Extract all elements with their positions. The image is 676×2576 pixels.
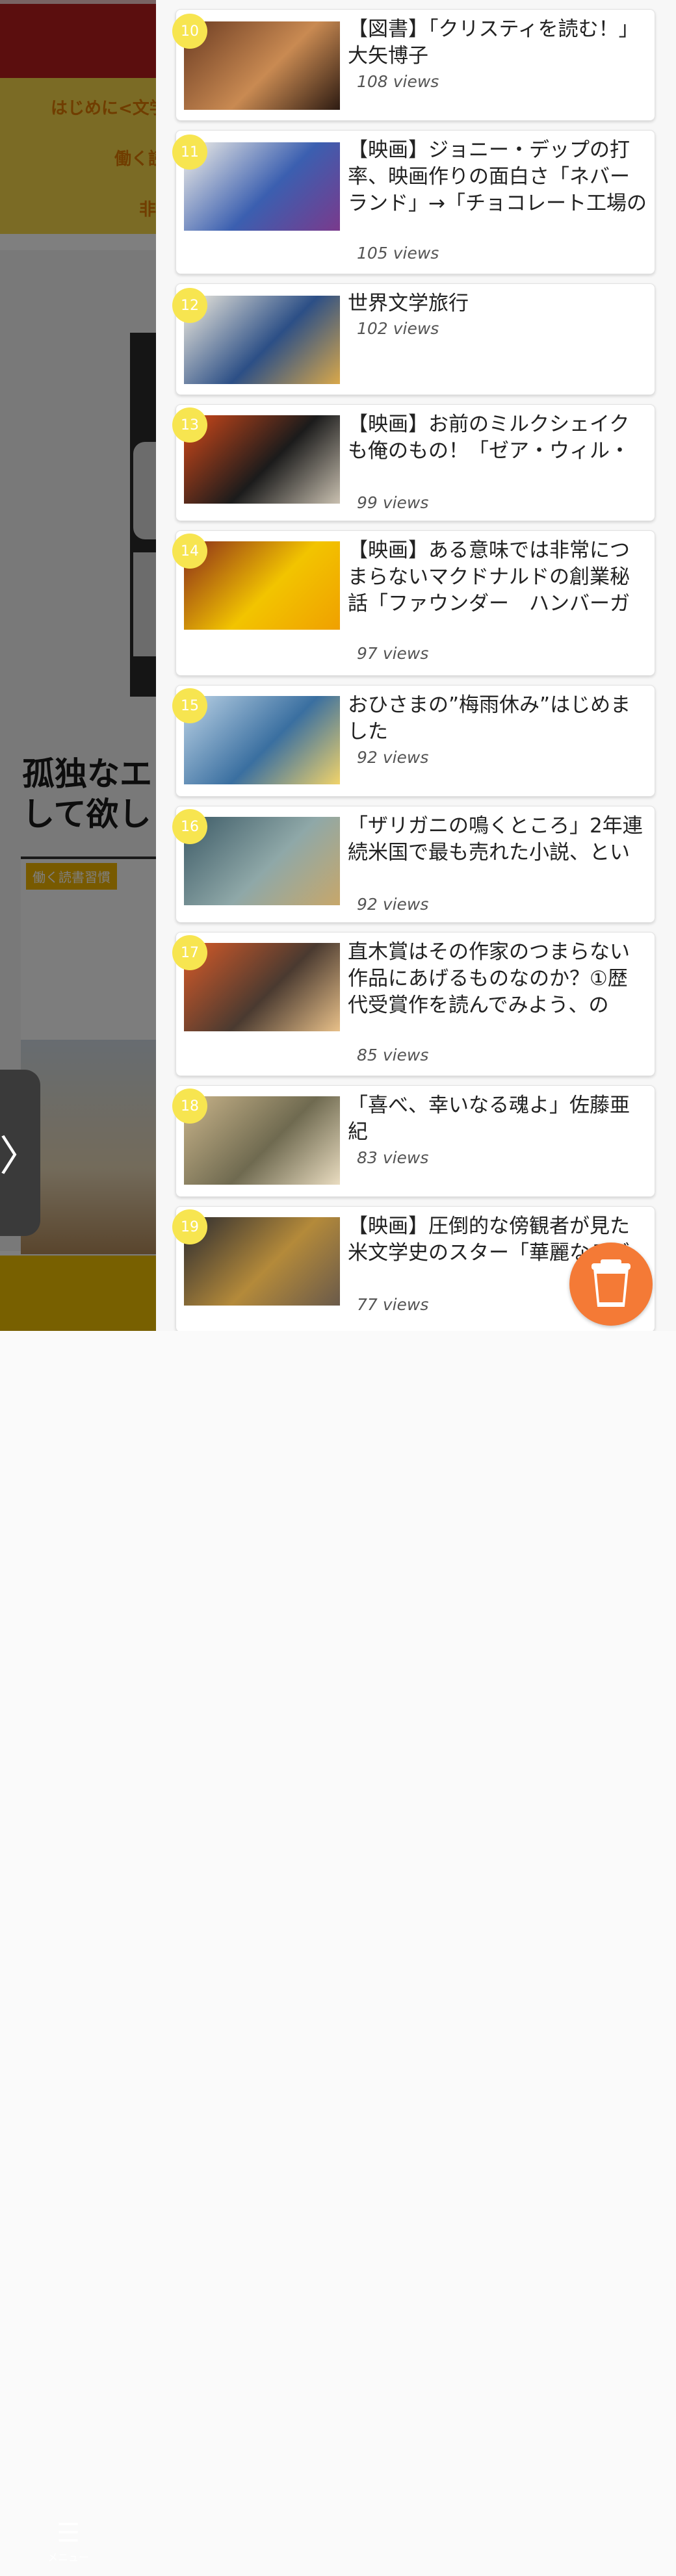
view-count: 77 views [357,1295,428,1314]
view-count: 102 views [357,319,439,338]
hamburger-icon: ☰ [57,2518,80,2548]
post-thumbnail[interactable] [184,1217,340,1306]
view-count: 92 views [357,895,428,914]
rank-badge: 10 [172,14,207,49]
chevron-right-icon: 〉 [0,1133,41,1181]
rank-badge: 13 [172,407,207,443]
view-count-unit: views [382,1148,429,1167]
post-thumbnail[interactable] [184,541,340,630]
coffee-cup-icon [592,1259,630,1307]
popular-post-item[interactable]: 13 【映画】お前のミルクシェイクも俺のもの！「ゼア・ウィル・ビー・ブラッド」90… [172,404,655,521]
view-count-number: 102 [357,319,388,338]
popular-post-item[interactable]: 15 おひさまの”梅雨休み”はじめました 92 views [172,685,655,797]
post-thumbnail[interactable] [184,415,340,504]
rank-badge: 11 [172,135,207,170]
post-title[interactable]: 世界文学旅行 [348,290,647,317]
popular-post-item[interactable]: 16 「ザリガニの鳴くところ」2年連続米国で最も売れた小説、という触れ込み 92vi… [172,806,655,923]
view-count-unit: views [393,244,439,263]
popular-posts-drawer: 10 【図書】「クリスティを読む！」大矢博子 108 views 11 【映画】ジョニー・… [156,0,676,1331]
view-count-unit: views [382,748,429,767]
drawer-close-button[interactable]: 〉 [0,1070,41,1236]
view-count-number: 99 [357,493,378,512]
rank-badge: 12 [172,288,207,323]
rank-badge: 18 [172,1088,207,1124]
view-count-unit: views [393,319,439,338]
popular-post-item[interactable]: 12 世界文学旅行 102 views [172,283,655,395]
view-count-unit: views [382,1295,429,1314]
view-count: 108 views [357,72,439,91]
view-count-number: 108 [357,72,388,91]
rank-badge: 14 [172,534,207,569]
view-count: 85 views [357,1046,428,1064]
coffee-cup-button[interactable] [569,1243,653,1326]
view-count-unit: views [393,72,439,91]
popular-post-item[interactable]: 10 【図書】「クリスティを読む！」大矢博子 108 views [172,9,655,121]
popular-post-item[interactable]: 18 「喜べ、幸いなる魂よ」佐藤亜紀 83 views [172,1085,655,1197]
post-title[interactable]: 【図書】「クリスティを読む！」大矢博子 [348,16,647,70]
view-count-number: 105 [357,244,388,263]
view-count-number: 97 [357,644,378,663]
rank-badge: 15 [172,688,207,723]
view-count-unit: views [382,644,429,663]
view-count-number: 92 [357,748,378,767]
popular-post-item[interactable]: 14 【映画】ある意味では非常につまらないマクドナルドの創業秘話「ファウンダー ハ… [172,530,655,676]
post-thumbnail[interactable] [184,943,340,1031]
view-count: 105 views [357,244,439,263]
view-count-number: 85 [357,1046,378,1064]
view-count-number: 77 [357,1295,378,1314]
popular-post-item[interactable]: 17 直木賞はその作家のつまらない作品にあげるものなのか？①歴代受賞作を読んでみよ… [172,932,655,1076]
view-count: 92 views [357,748,428,767]
post-title[interactable]: 【映画】ある意味では非常につまらないマクドナルドの創業秘話「ファウンダー ハンバ… [348,537,647,617]
view-count-number: 92 [357,895,378,914]
post-thumbnail[interactable] [184,696,340,784]
post-thumbnail[interactable] [184,21,340,110]
view-count: 83 views [357,1148,428,1167]
post-title[interactable]: 「喜べ、幸いなる魂よ」佐藤亜紀 [348,1092,647,1146]
post-thumbnail[interactable] [184,817,340,905]
post-title[interactable]: 【映画】お前のミルクシェイクも俺のもの！「ゼア・ウィル・ビー・ブラッド」90点 [348,411,647,465]
view-count: 97 views [357,644,428,663]
post-title[interactable]: 【映画】ジョニー・デップの打率、映画作りの面白さ「ネバーランド」→「チョコレート… [348,137,647,217]
post-thumbnail[interactable] [184,142,340,231]
menu-label: メニュー [47,2551,89,2564]
post-title[interactable]: 「ザリガニの鳴くところ」2年連続米国で最も売れた小説、という触れ込み [348,813,647,866]
menu-button[interactable]: ☰ メニュー [39,2518,98,2576]
view-count-unit: views [382,493,429,512]
rank-badge: 19 [172,1209,207,1244]
post-title[interactable]: おひさまの”梅雨休み”はじめました [348,692,647,745]
post-thumbnail[interactable] [184,1096,340,1185]
view-count-number: 83 [357,1148,378,1167]
view-count-unit: views [382,1046,429,1064]
post-thumbnail[interactable] [184,296,340,384]
view-count-unit: views [382,895,429,914]
post-title[interactable]: 直木賞はその作家のつまらない作品にあげるものなのか？①歴代受賞作を読んでみよう、… [348,939,647,1019]
rank-badge: 17 [172,935,207,970]
popular-post-item[interactable]: 11 【映画】ジョニー・デップの打率、映画作りの面白さ「ネバーランド」→「チョコレ… [172,130,655,274]
view-count: 99 views [357,493,428,512]
rank-badge: 16 [172,809,207,844]
